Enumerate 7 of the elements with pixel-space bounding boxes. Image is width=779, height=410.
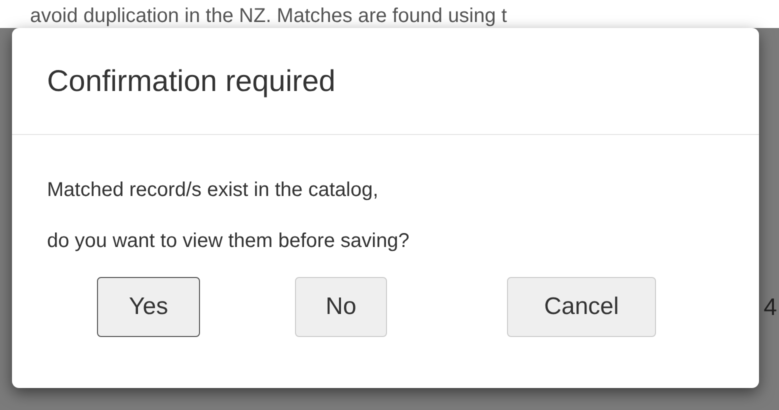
dialog-title: Confirmation required [47,64,336,100]
dialog-button[interactable]: Yes [97,277,200,337]
background-text: avoid duplication in the NZ. Matches are found using t [30,4,507,28]
dialog-button[interactable]: Cancel [507,277,656,337]
dialog-button[interactable]: No [295,277,387,337]
background-text: 4 [764,293,777,323]
dialog-message: Matched record/s exist in the catalog, do you want to view them before saving? [47,178,410,254]
